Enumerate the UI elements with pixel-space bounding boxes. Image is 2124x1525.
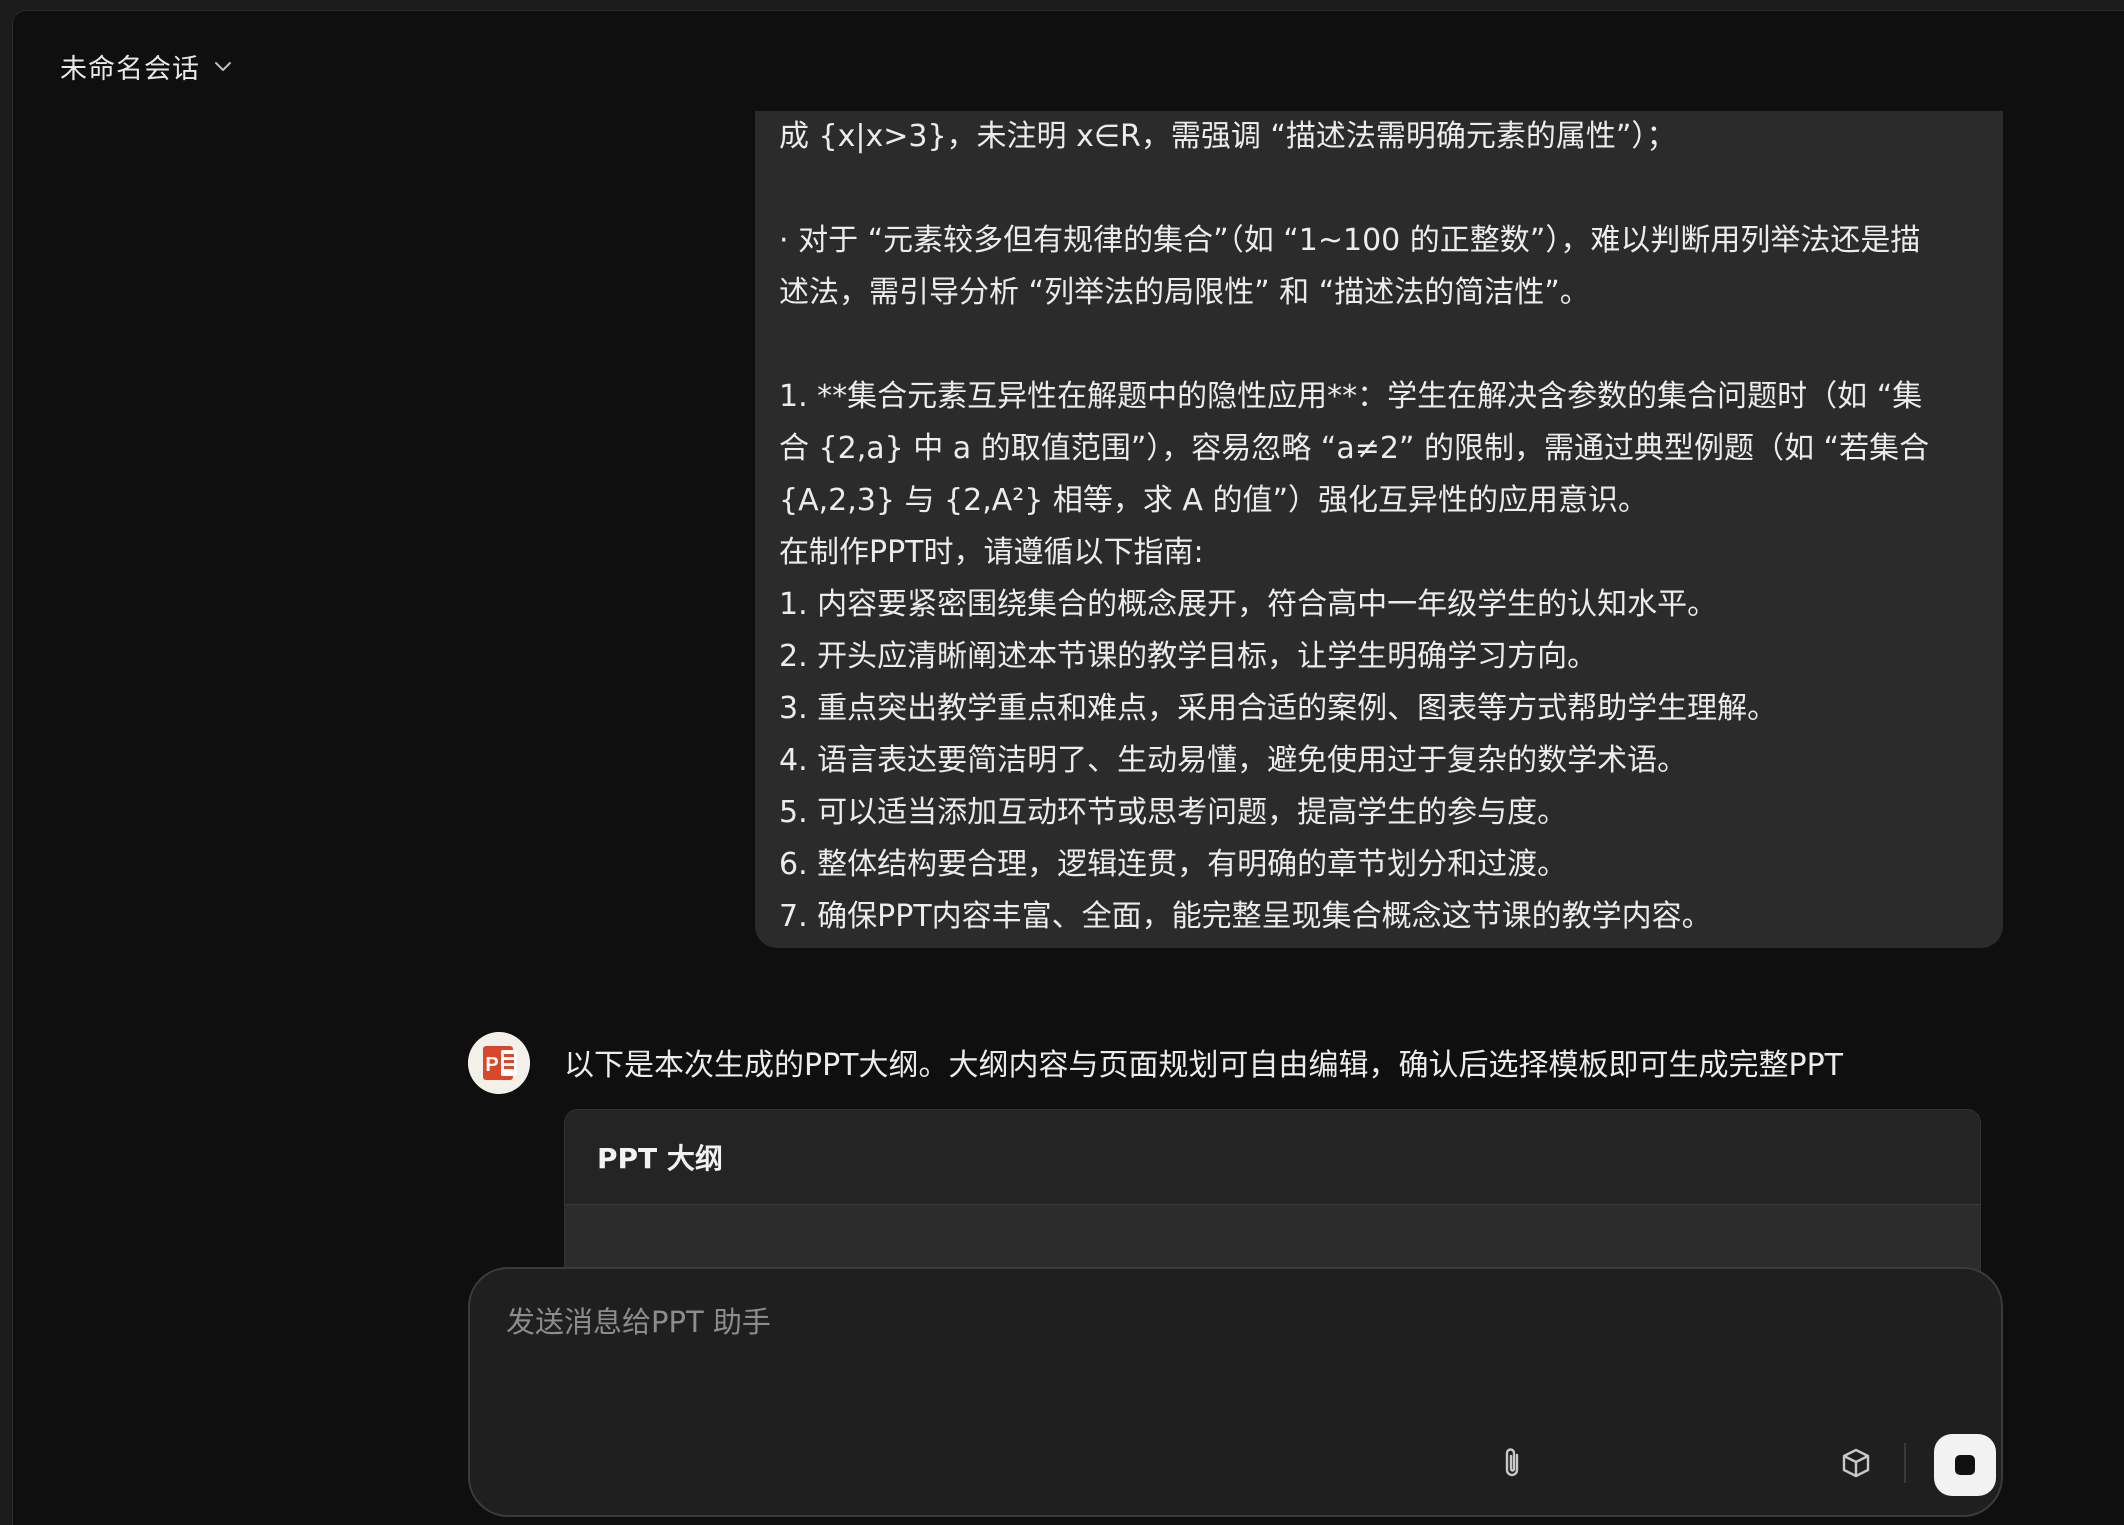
message-line: 5. 可以适当添加互动环节或思考问题，提高学生的参与度。: [779, 795, 1568, 830]
message-line: 述法，需引导分析 “列举法的局限性” 和 “描述法的简洁性”。: [779, 275, 1590, 310]
svg-text:P: P: [485, 1054, 498, 1076]
header: 未命名会话: [13, 11, 2124, 111]
stop-icon: [1955, 1455, 1975, 1475]
session-title-dropdown[interactable]: 未命名会话: [60, 47, 232, 86]
stop-generation-button[interactable]: [1934, 1434, 1996, 1496]
message-line: · 对于 “元素较多但有规律的集合”（如 “1~100 的正整数”），难以判断用…: [779, 223, 1921, 258]
attach-button[interactable]: [1488, 1439, 1536, 1487]
paperclip-icon: [1505, 1448, 1519, 1477]
assistant-message: 以下是本次生成的PPT大纲。大纲内容与页面规划可自由编辑，确认后选择模板即可生成…: [564, 1048, 1844, 1083]
assistant-avatar: P: [468, 1032, 530, 1094]
message-line: 成 {x|x>3}，未注明 x∈R，需强调 “描述法需明确元素的属性”）；: [779, 119, 1677, 154]
message-line: 1. **集合元素互异性在解题中的隐性应用**：学生在解决含参数的集合问题时（如…: [779, 379, 1923, 414]
message-line: 1. 内容要紧密围绕集合的概念展开，符合高中一年级学生的认知水平。: [779, 587, 1718, 622]
message-line: 3. 重点突出教学重点和难点，采用合适的案例、图表等方式帮助学生理解。: [779, 691, 1778, 726]
message-input[interactable]: [504, 1297, 1908, 1421]
user-message-text: 成 {x|x>3}，未注明 x∈R，需强调 “描述法需明确元素的属性”）； · 对…: [779, 111, 1979, 943]
chevron-down-icon: [214, 61, 232, 73]
plugin-button[interactable]: [1832, 1439, 1880, 1487]
message-line: 在制作PPT时，请遵循以下指南:: [779, 535, 1204, 570]
session-title: 未命名会话: [60, 54, 200, 85]
outline-card-title: PPT 大纲: [565, 1110, 1980, 1205]
message-line: 7. 确保PPT内容丰富、全面，能完整呈现集合概念这节课的教学内容。: [779, 899, 1712, 934]
message-line: 6. 整体结构要合理，逻辑连贯，有明确的章节划分和过渡。: [779, 847, 1568, 882]
composer-divider: [1904, 1443, 1906, 1483]
powerpoint-icon: P: [468, 1032, 530, 1094]
message-line: 4. 语言表达要简洁明了、生动易懂，避免使用过于复杂的数学术语。: [779, 743, 1688, 778]
cube-icon: [1842, 1448, 1870, 1478]
message-line: {A,2,3} 与 {2,A²} 相等，求 A 的值”）强化互异性的应用意识。: [779, 483, 1649, 518]
user-message-bubble: 成 {x|x>3}，未注明 x∈R，需强调 “描述法需明确元素的属性”）； · 对…: [755, 31, 2003, 948]
message-line: 合 {2,a} 中 a 的取值范围”），容易忽略 “a≠2” 的限制，需通过典型…: [779, 431, 1930, 466]
app-window: 未命名会话 成 {x|x>3}，未注明 x∈R，需强调 “描述法需明确元素的属性…: [12, 10, 2124, 1525]
message-composer: [468, 1267, 2003, 1517]
message-line: 2. 开头应清晰阐述本节课的教学目标，让学生明确学习方向。: [779, 639, 1598, 674]
